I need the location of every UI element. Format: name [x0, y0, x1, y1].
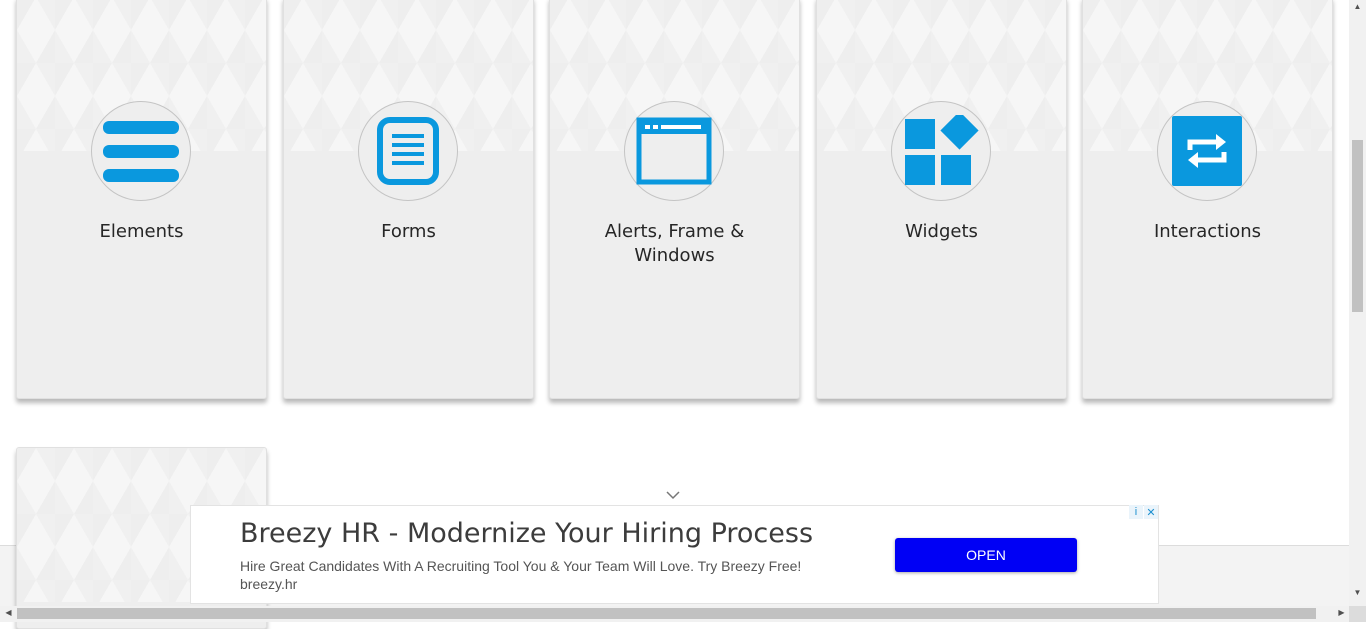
ad-choices[interactable]: i ✕ [1129, 505, 1158, 519]
card-widgets[interactable]: Widgets [816, 0, 1067, 399]
card-avatar [624, 101, 724, 201]
ad-url[interactable]: breezy.hr [240, 576, 297, 592]
horizontal-scrollbar[interactable]: ◀ ▶ [0, 606, 1350, 622]
vertical-scroll-thumb[interactable] [1352, 140, 1363, 312]
ad-banner[interactable]: Breezy HR - Modernize Your Hiring Proces… [190, 505, 1159, 604]
card-avatar [91, 101, 191, 201]
card-interactions[interactable]: Interactions [1082, 0, 1333, 399]
scrollbar-corner [1349, 606, 1366, 622]
swap-arrows-icon [1172, 116, 1242, 186]
card-title: Interactions [1153, 221, 1262, 242]
card-title: Elements [99, 221, 184, 242]
ad-headline[interactable]: Breezy HR - Modernize Your Hiring Proces… [240, 518, 813, 549]
vertical-scrollbar[interactable]: ▲ ▼ [1349, 0, 1366, 606]
scroll-left-icon[interactable]: ◀ [0, 608, 17, 617]
document-lines-icon [377, 117, 439, 185]
card-avatar [1157, 101, 1257, 201]
chevron-down-icon[interactable] [665, 489, 681, 501]
widgets-blocks-icon [905, 115, 979, 185]
ad-description[interactable]: Hire Great Candidates With A Recruiting … [240, 558, 801, 574]
card-title: Widgets [905, 221, 978, 242]
card-avatar [358, 101, 458, 201]
ad-open-button[interactable]: OPEN [895, 538, 1077, 572]
horizontal-scroll-thumb[interactable] [17, 608, 1316, 619]
card-elements[interactable]: Elements [16, 0, 267, 399]
scroll-up-icon[interactable]: ▲ [1349, 2, 1366, 11]
info-icon[interactable]: i [1129, 505, 1143, 519]
scroll-right-icon[interactable]: ▶ [1333, 608, 1350, 617]
card-avatar [891, 101, 991, 201]
menu-lines-icon [103, 121, 179, 182]
close-icon[interactable]: ✕ [1144, 505, 1158, 519]
browser-window-icon [636, 117, 712, 185]
card-forms[interactable]: Forms [283, 0, 534, 399]
card-alerts-frame-windows[interactable]: Alerts, Frame & Windows [549, 0, 800, 399]
card-title: Alerts, Frame & Windows [604, 221, 745, 266]
scroll-down-icon[interactable]: ▼ [1349, 588, 1366, 597]
card-title: Forms [381, 221, 436, 242]
